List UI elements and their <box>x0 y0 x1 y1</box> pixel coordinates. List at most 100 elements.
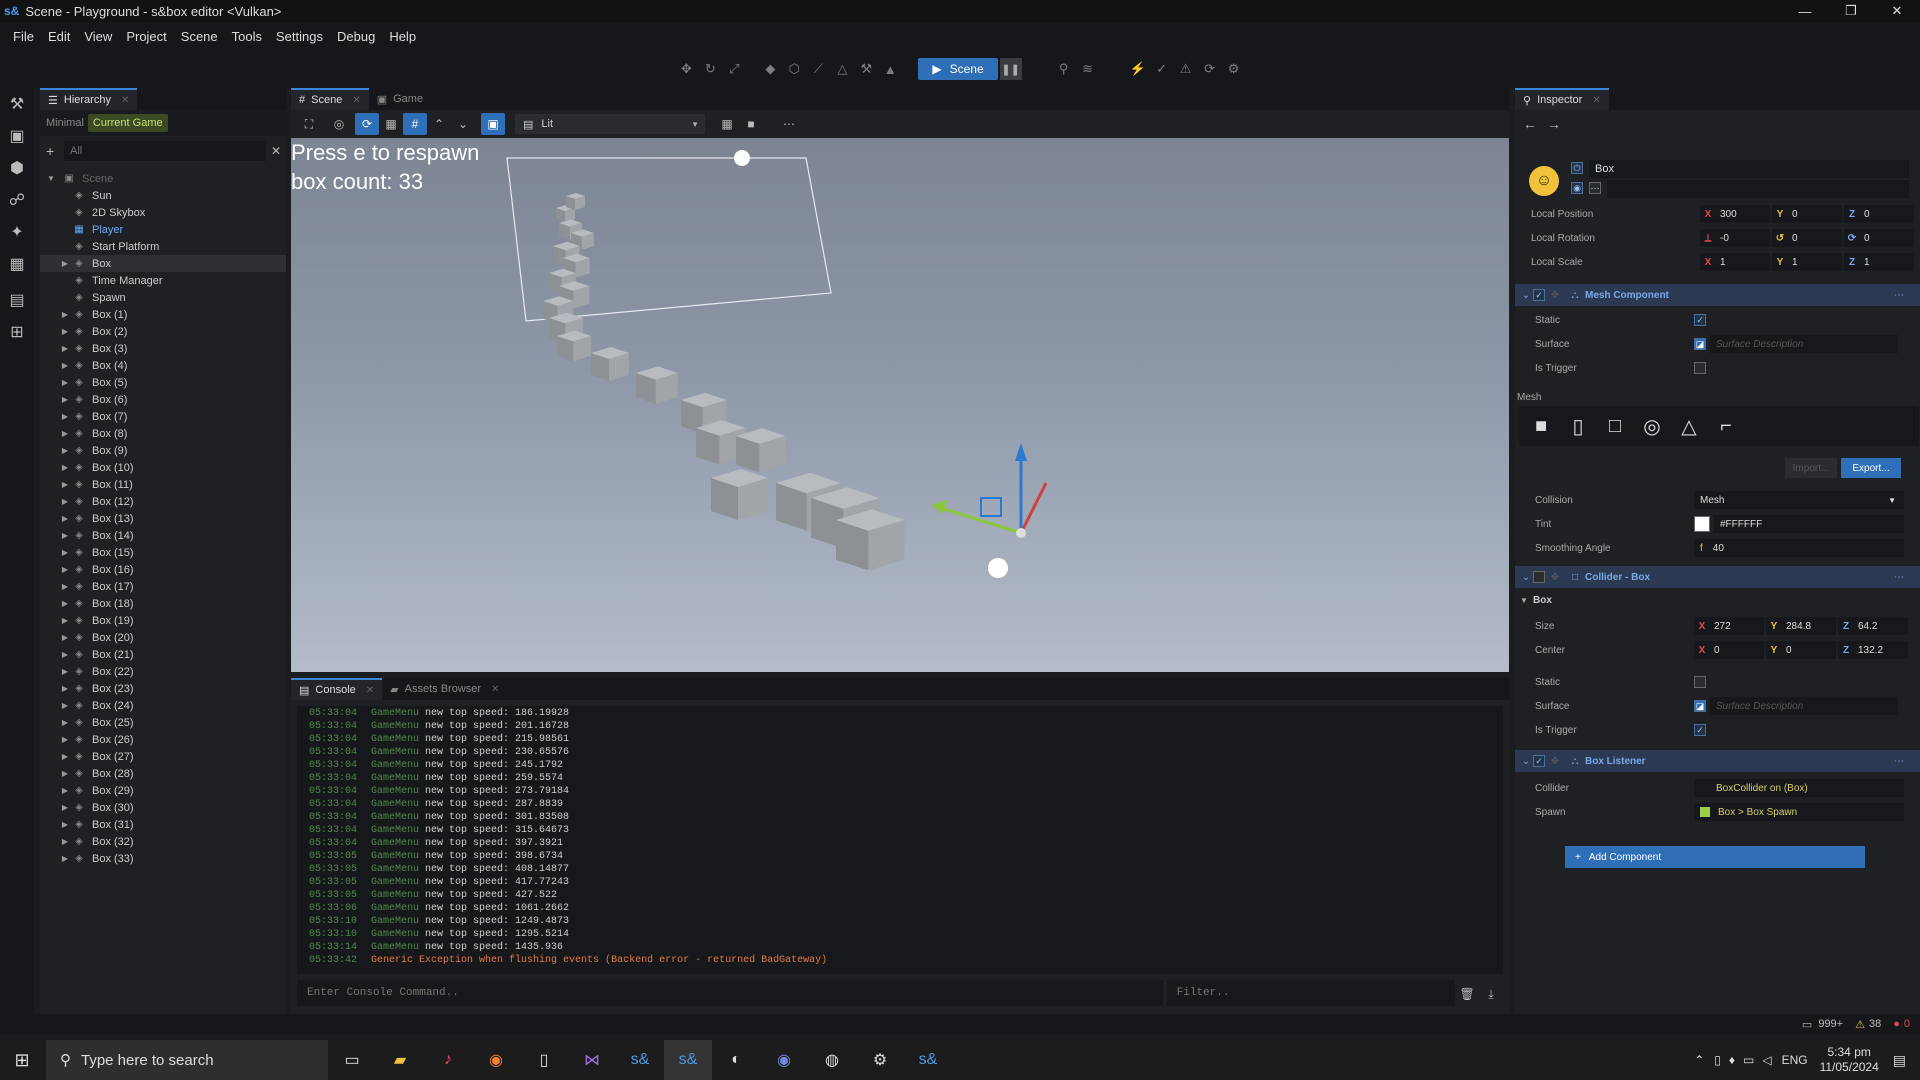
expand-arrow-icon[interactable]: ▶ <box>58 395 72 404</box>
tree-item[interactable]: ◈ 2D Skybox <box>40 204 286 221</box>
expand-arrow-icon[interactable]: ▶ <box>58 735 72 744</box>
tree-item[interactable]: ▶ ◈ Box (22) <box>40 663 286 680</box>
collider-static-checkbox[interactable] <box>1694 676 1706 688</box>
more-options-icon[interactable]: ⋯ <box>1894 756 1904 767</box>
trash-icon[interactable]: 🗑 <box>1455 980 1479 1008</box>
tags-field[interactable] <box>1607 180 1909 198</box>
add-component-button[interactable]: + Add Component <box>1565 846 1865 868</box>
plane-shape-icon[interactable]: □ <box>1599 410 1631 442</box>
fullscreen-icon[interactable]: ⛶ <box>297 113 321 135</box>
tree-item[interactable]: ▶ ◈ Box (5) <box>40 374 286 391</box>
volume-icon[interactable]: ◁ <box>1762 1053 1771 1067</box>
tree-item[interactable]: ▶ ◈ Box (29) <box>40 782 286 799</box>
tree-item[interactable]: ▶ ◈ Box (24) <box>40 697 286 714</box>
mesh-trigger-checkbox[interactable] <box>1694 362 1706 374</box>
layout-icon[interactable]: ▦ <box>0 248 34 280</box>
run-icon[interactable]: ⚡ <box>1126 57 1150 81</box>
expand-arrow-icon[interactable]: ▶ <box>58 786 72 795</box>
tray-device-icon[interactable]: ▯ <box>1714 1053 1721 1067</box>
expand-arrow-icon[interactable]: ▶ <box>58 463 72 472</box>
center-z-field[interactable]: Z 132.2 <box>1838 641 1908 659</box>
console-log[interactable]: 05:33:04 GameMenu new top speed: 186.19928… <box>297 706 1503 974</box>
expand-arrow-icon[interactable]: ▶ <box>58 701 72 710</box>
layout-icon[interactable]: ▦ <box>715 113 739 135</box>
more-options-icon[interactable]: ⋯ <box>1894 290 1904 301</box>
tray-chevron-icon[interactable]: ⌃ <box>1694 1053 1704 1067</box>
expand-arrow-icon[interactable]: ▶ <box>58 497 72 506</box>
hammer-tool-icon[interactable]: ⚒ <box>854 57 878 81</box>
tree-item[interactable]: ▶ ◈ Box (6) <box>40 391 286 408</box>
tree-item[interactable]: ◈ Time Manager <box>40 272 286 289</box>
camera-icon[interactable]: ■ <box>739 113 763 135</box>
console-line[interactable]: 05:33:14 GameMenu new top speed: 1435.936 <box>309 942 1503 955</box>
network-icon[interactable]: ⚲ <box>1052 57 1076 81</box>
tab-assets-browser[interactable]: ▰ Assets Browser ✕ <box>382 678 507 700</box>
refresh-icon[interactable]: ⟳ <box>1198 57 1222 81</box>
box-listener-header[interactable]: ⌄ ✓ ✥ ⛬ Box Listener ⋯ <box>1515 750 1920 772</box>
tree-item[interactable]: ▶ ◈ Box (27) <box>40 748 286 765</box>
move-tool-icon[interactable]: ✥ <box>674 57 698 81</box>
tree-item[interactable]: ▶ ◈ Box (20) <box>40 629 286 646</box>
tree-item[interactable]: ▶ ◈ Box (26) <box>40 731 286 748</box>
rotation-yaw-field[interactable]: ↺ 0 <box>1772 229 1842 247</box>
check-icon[interactable]: ✓ <box>1150 57 1174 81</box>
calculator-icon[interactable]: ▤ <box>0 284 34 316</box>
mode-minimal[interactable]: Minimal <box>46 117 84 129</box>
menu-tools[interactable]: Tools <box>232 29 262 44</box>
warning-icon[interactable]: ⚠ <box>1174 57 1198 81</box>
network-tray-icon[interactable]: ▭ <box>1743 1053 1754 1067</box>
menu-file[interactable]: File <box>13 29 34 44</box>
add-object-icon[interactable]: + <box>46 143 64 159</box>
settings-icon[interactable]: ⚙ <box>1222 57 1246 81</box>
tree-item[interactable]: ▶ ◈ Box (18) <box>40 595 286 612</box>
center-x-field[interactable]: X0 <box>1694 641 1764 659</box>
tree-item[interactable]: ▶ ◈ Box (25) <box>40 714 286 731</box>
console-line[interactable]: 05:33:04 GameMenu new top speed: 301.83508 <box>309 812 1503 825</box>
collider-enabled[interactable] <box>1533 571 1545 583</box>
message-count[interactable]: 999+ <box>1818 1018 1843 1030</box>
rotation-pitch-field[interactable]: ⟂ -0 <box>1700 229 1770 247</box>
collider-box-header[interactable]: ⌄ ✥ □ Collider - Box ⋯ <box>1515 566 1920 588</box>
model-icon[interactable]: ⬢ <box>0 152 34 184</box>
rotation-roll-field[interactable]: ⟳ 0 <box>1844 229 1914 247</box>
tab-inspector[interactable]: ⚲ Inspector ✕ <box>1515 88 1609 110</box>
console-line[interactable]: 05:33:04 GameMenu new top speed: 245.1792 <box>309 760 1503 773</box>
console-line[interactable]: 05:33:04 GameMenu new top speed: 215.98561 <box>309 734 1503 747</box>
forward-arrow-icon[interactable]: → <box>1547 116 1561 132</box>
notepad-icon[interactable]: ▯ <box>520 1040 568 1080</box>
scale-y-field[interactable]: Y1 <box>1772 253 1842 271</box>
expand-arrow-icon[interactable]: ▶ <box>58 820 72 829</box>
grid-up-icon[interactable]: ⌃ <box>427 113 451 135</box>
windows-start-icon[interactable]: ⊞ <box>0 1040 44 1080</box>
cone-shape-icon[interactable]: △ <box>1673 410 1705 442</box>
wifi-icon[interactable]: ≋ <box>1076 57 1100 81</box>
size-z-field[interactable]: Z 64.2 <box>1838 617 1908 635</box>
expand-arrow-icon[interactable]: ▶ <box>58 718 72 727</box>
error-count[interactable]: 0 <box>1904 1018 1910 1030</box>
enabled-toggle[interactable]: ⏻ <box>1571 162 1583 174</box>
image-icon[interactable]: ▣ <box>0 120 34 152</box>
tab-scene[interactable]: # Scene ✕ <box>291 88 369 110</box>
expand-arrow-icon[interactable]: ▶ <box>58 548 72 557</box>
tree-item[interactable]: ◈ Start Platform <box>40 238 286 255</box>
collapse-arrow-icon[interactable]: ⌄ <box>1519 290 1533 301</box>
expand-arrow-icon[interactable]: ▼ <box>44 174 58 183</box>
close-button[interactable]: ✕ <box>1874 0 1920 22</box>
object-name-field[interactable]: Box <box>1589 160 1909 178</box>
tree-item[interactable]: ▶ ◈ Box (32) <box>40 833 286 850</box>
expand-arrow-icon[interactable]: ▶ <box>58 480 72 489</box>
file-explorer-icon[interactable]: ▰ <box>376 1040 424 1080</box>
expand-arrow-icon[interactable]: ▶ <box>58 361 72 370</box>
pause-button[interactable]: ❚❚ <box>999 58 1022 80</box>
collapse-arrow-icon[interactable]: ⌄ <box>1519 572 1533 583</box>
export-button[interactable]: Export... <box>1841 458 1901 478</box>
position-x-field[interactable]: X 300 <box>1700 205 1770 223</box>
size-y-field[interactable]: Y 284.8 <box>1766 617 1836 635</box>
console-line[interactable]: 05:33:05 GameMenu new top speed: 427.522 <box>309 890 1503 903</box>
sphere-shape-icon[interactable]: ◎ <box>1636 410 1668 442</box>
sbox-launcher-icon[interactable]: s& <box>616 1040 664 1080</box>
expand-arrow-icon[interactable]: ▶ <box>58 650 72 659</box>
language-indicator[interactable]: ENG <box>1782 1053 1808 1067</box>
console-error-line[interactable]: 05:33:42 Generic Exception when flushing e… <box>309 955 1503 968</box>
tab-console[interactable]: ▤ Console ✕ <box>291 678 383 700</box>
